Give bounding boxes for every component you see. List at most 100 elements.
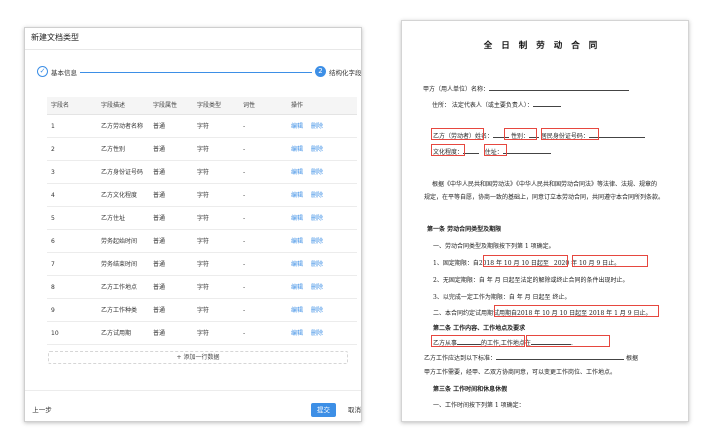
highlight-box-gender [504,128,537,140]
edit-link[interactable]: 编辑 [291,123,303,130]
edit-link[interactable]: 编辑 [291,192,303,199]
new-document-type-dialog: 新建文档类型 ✓ 基本信息 2 结构化字段 字段名 字段描述 字段属性 字段类型… [24,27,362,422]
cell-field-type: 字符 [197,123,210,130]
change-terms-line: 甲方工作需要，经甲、乙双方协商同意，可以变更工作岗位、工作地点。 [424,369,617,376]
cell-field-attr: 普通 [153,261,166,268]
cell-field-desc: 乙方工作种类 [101,307,138,314]
delete-link[interactable]: 删除 [311,192,323,199]
highlight-box-start-date [483,255,568,267]
cell-part-of-speech: - [243,123,246,130]
cell-field-desc: 劳务起始时间 [101,238,138,245]
cell-actions: 编辑 删除 [291,253,331,276]
cell-part-of-speech: - [243,192,246,199]
cell-field-attr: 普通 [153,307,166,314]
edit-link[interactable]: 编辑 [291,307,303,314]
blank-line [532,101,561,107]
cell-field-desc: 乙方劳动者名称 [101,123,144,130]
cell-part-of-speech: - [243,238,246,245]
column-header-field-type: 字段类型 [197,102,222,109]
highlight-box-probation [494,305,659,317]
step-label: 基本信息 [51,68,77,77]
cell-field-desc: 乙方住址 [101,215,126,222]
column-header-field-attr: 字段属性 [153,102,178,109]
labor-contract-document: 全日制劳动合同 甲方（用人单位）名称： 住所： 法定代表人（或主要负责人）： 乙… [401,20,689,422]
edit-link[interactable]: 编辑 [291,261,303,268]
check-icon: ✓ [37,66,48,77]
cell-field-desc: 乙方试用期 [101,330,132,337]
task-term-line: 3、以完成一定工作为期限：自 年 月 日起至 终止。 [433,294,571,301]
cell-field-attr: 普通 [153,169,166,176]
fields-table: 字段名 字段描述 字段属性 字段类型 词性 操作 1 乙方劳动者名称 普通 字符 - 编辑… [47,97,357,345]
cell-actions: 编辑 删除 [291,161,331,184]
cell-part-of-speech: - [243,261,246,268]
cell-field-attr: 普通 [153,330,166,337]
delete-link[interactable]: 删除 [311,307,323,314]
cell-field-name: 9 [51,307,55,314]
delete-link[interactable]: 删除 [311,215,323,222]
step-structured-fields[interactable]: 2 结构化字段 [315,66,361,77]
cell-actions: 编辑 删除 [291,299,331,322]
work-hours-line: 一、工作时间按下列第 1 项确定： [433,402,525,409]
cell-field-name: 7 [51,261,55,268]
cell-part-of-speech: - [243,146,246,153]
cell-field-name: 3 [51,169,55,176]
section-3-heading: 第三条 工作时间和休息休假 [433,386,508,393]
delete-link[interactable]: 删除 [311,330,323,337]
cell-field-attr: 普通 [153,215,166,222]
cell-field-name: 1 [51,123,55,130]
section-1-heading: 第一条 劳动合同类型及期限 [427,226,502,233]
column-header-actions: 操作 [291,102,304,109]
delete-link[interactable]: 删除 [311,284,323,291]
work-standard-label: 乙方工作应达到以下标准： [424,355,497,362]
edit-link[interactable]: 编辑 [291,146,303,153]
table-row: 7 劳务结束时间 普通 字符 - 编辑 删除 [47,253,357,276]
table-row: 3 乙方身份证号码 普通 字符 - 编辑 删除 [47,161,357,184]
delete-link[interactable]: 删除 [311,238,323,245]
blank-line [496,354,625,360]
address-rep-label: 住所： 法定代表人（或主要负责人）： [432,102,533,109]
table-row: 1 乙方劳动者名称 普通 字符 - 编辑 删除 [47,115,357,138]
document-title: 全日制劳动合同 [483,41,607,51]
table-row: 10 乙方试用期 普通 字符 - 编辑 删除 [47,322,357,345]
cell-actions: 编辑 删除 [291,115,331,138]
submit-button[interactable]: 提交 [311,403,336,417]
cell-part-of-speech: - [243,330,246,337]
delete-link[interactable]: 删除 [311,123,323,130]
section-1-type-line: 一、劳动合同类型及期限按下列第 1 项确定。 [433,243,555,250]
edit-link[interactable]: 编辑 [291,284,303,291]
cell-field-desc: 劳务结束时间 [101,261,138,268]
highlight-box-name [431,128,484,140]
cancel-button[interactable]: 取消 [342,403,361,417]
edit-link[interactable]: 编辑 [291,330,303,337]
cell-field-attr: 普通 [153,123,166,130]
previous-step-button[interactable]: 上一步 [30,403,54,417]
work-standard-line: 乙方工作应达到以下标准： 根据 [424,353,638,362]
table-row: 8 乙方工作地点 普通 字符 - 编辑 删除 [47,276,357,299]
step-basic-info[interactable]: ✓ 基本信息 [37,66,77,77]
table-row: 4 乙方文化程度 普通 字符 - 编辑 删除 [47,184,357,207]
add-row-button[interactable]: + 添加一行数据 [48,351,348,364]
header-divider [25,49,361,50]
table-header-row: 字段名 字段描述 字段属性 字段类型 词性 操作 [47,97,357,115]
fixed-term-label: 1、固定期限：自 [433,260,479,267]
cell-field-attr: 普通 [153,238,166,245]
edit-link[interactable]: 编辑 [291,169,303,176]
cell-field-desc: 乙方身份证号码 [101,169,144,176]
highlight-box-location [526,335,610,347]
highlight-box-residence [484,144,507,156]
screenshot-stage: 新建文档类型 ✓ 基本信息 2 结构化字段 字段名 字段描述 字段属性 字段类型… [0,0,714,434]
delete-link[interactable]: 删除 [311,146,323,153]
section-2-heading: 第二条 工作内容、工作地点及要求 [433,325,526,332]
cell-field-desc: 乙方文化程度 [101,192,138,199]
delete-link[interactable]: 删除 [311,169,323,176]
edit-link[interactable]: 编辑 [291,215,303,222]
party-a-line: 甲方（用人单位）名称： [423,84,630,93]
cell-field-type: 字符 [197,261,210,268]
cell-field-type: 字符 [197,169,210,176]
delete-link[interactable]: 删除 [311,261,323,268]
open-term-line: 2、无固定期限：自 年 月 日起至法定的解除或终止合同的条件出现时止。 [433,277,629,284]
cell-actions: 编辑 删除 [291,207,331,230]
work-standard-end: 根据 [625,355,638,362]
cell-field-name: 5 [51,215,55,222]
edit-link[interactable]: 编辑 [291,238,303,245]
